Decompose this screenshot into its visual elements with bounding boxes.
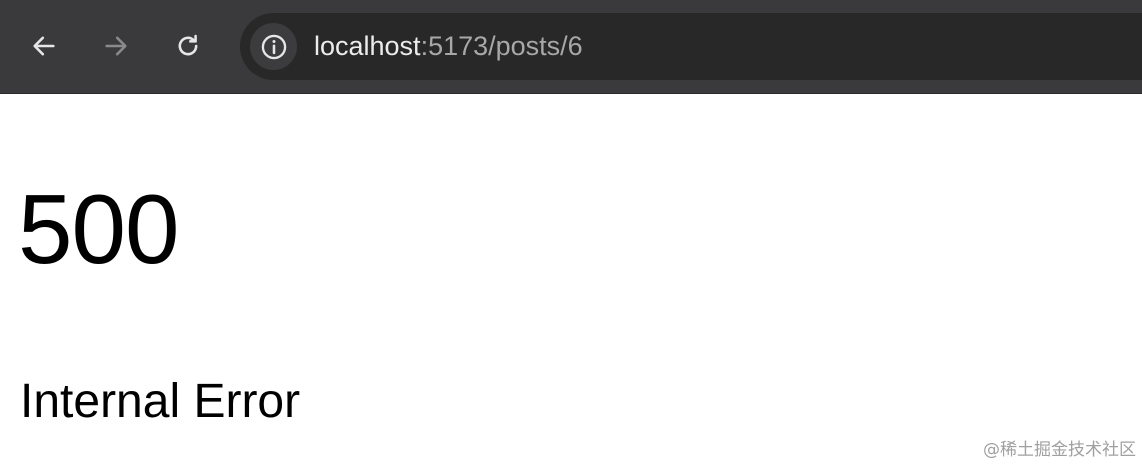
arrow-right-icon — [105, 36, 127, 56]
reload-button[interactable] — [168, 26, 208, 66]
page-content: 500 Internal Error @稀土掘金技术社区 — [0, 94, 1142, 466]
error-status-code: 500 — [18, 174, 180, 284]
info-circle-icon — [261, 34, 286, 59]
browser-toolbar: localhost:5173/posts/6 — [0, 0, 1142, 94]
reload-icon — [178, 34, 198, 56]
arrow-left-icon — [33, 36, 55, 56]
site-info-button[interactable] — [250, 23, 297, 70]
url-path: :5173/posts/6 — [420, 31, 583, 61]
error-message: Internal Error — [20, 375, 301, 428]
url-host: localhost — [314, 31, 421, 61]
back-button[interactable] — [24, 26, 64, 66]
url-text[interactable]: localhost:5173/posts/6 — [314, 13, 583, 80]
address-bar[interactable]: localhost:5173/posts/6 — [240, 13, 1142, 80]
forward-button[interactable] — [96, 26, 136, 66]
watermark: @稀土掘金技术社区 — [983, 440, 1136, 460]
